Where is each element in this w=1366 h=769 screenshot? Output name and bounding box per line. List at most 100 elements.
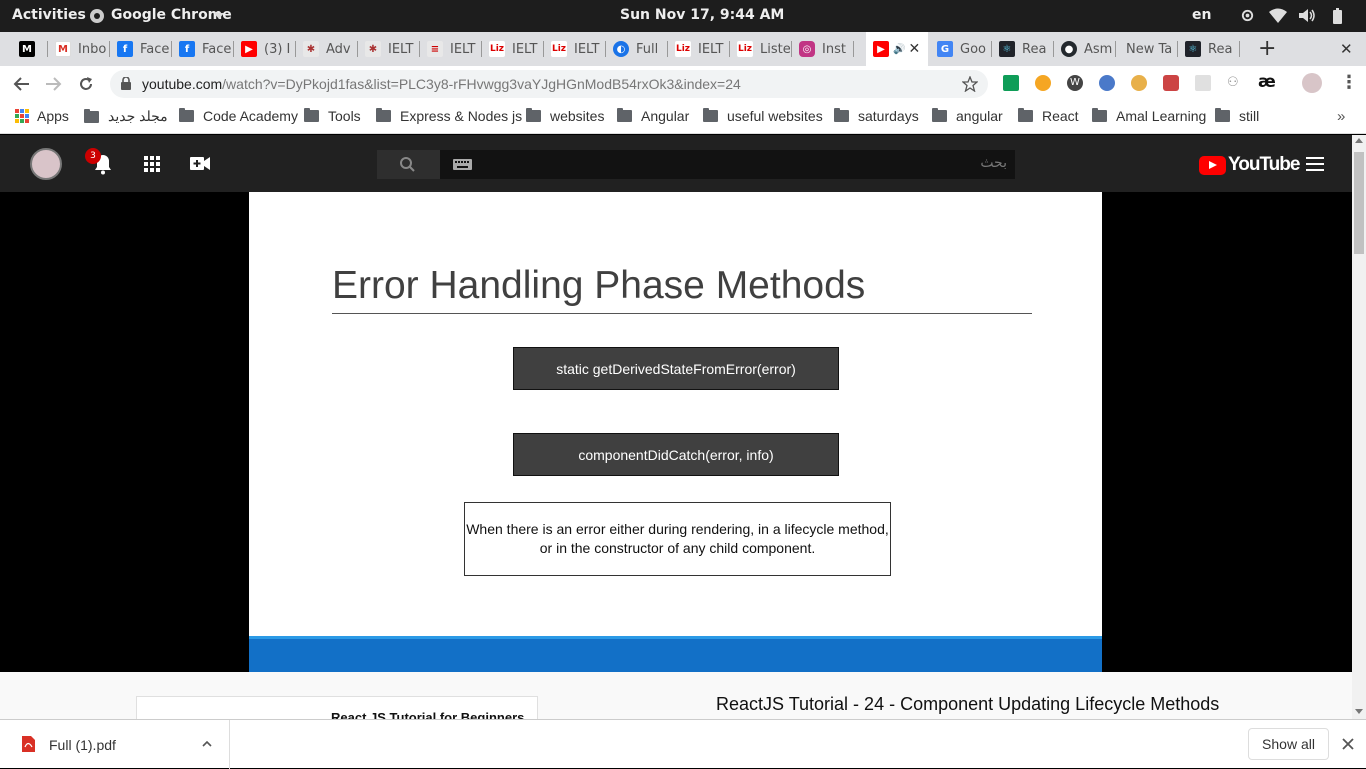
wordpress-extension-icon[interactable]: W [1067, 75, 1083, 91]
bookmark-folder[interactable]: websites [526, 108, 604, 124]
bookmark-folder[interactable]: Express & Nodes js [376, 108, 522, 124]
clock[interactable]: Sun Nov 17, 9:44 AM [620, 7, 784, 23]
new-tab-icon[interactable]: + [1258, 36, 1276, 61]
search-input[interactable]: بحث [440, 150, 1015, 179]
more-bookmarks-icon[interactable]: » [1337, 108, 1345, 125]
tab[interactable]: M [12, 32, 48, 66]
tab-strip: M M Inbo f Face f Face ▶ (3) I ✱ Adv ✱ IELT ≡ I… [0, 32, 1366, 66]
folder-icon [703, 108, 718, 122]
video-title: ReactJS Tutorial - 24 - Component Updati… [716, 694, 1220, 714]
battery-icon[interactable] [1333, 8, 1342, 24]
tab[interactable]: ◎ Inst [792, 32, 854, 66]
tab[interactable]: G Goo [930, 32, 992, 66]
notification-badge: 3 [85, 148, 101, 164]
scroll-up-icon[interactable] [1355, 138, 1363, 143]
language-indicator[interactable]: en [1192, 7, 1211, 23]
search-placeholder: بحث [980, 155, 1007, 171]
close-window-icon[interactable]: ✕ [1340, 40, 1353, 58]
account-avatar[interactable] [30, 148, 62, 180]
forward-icon[interactable] [45, 76, 62, 92]
location-icon[interactable] [1240, 8, 1255, 23]
tab-active[interactable]: ▶ 🔊 ✕ [866, 32, 928, 66]
tab[interactable]: Liz Liste [730, 32, 792, 66]
video-player[interactable]: Error Handling Phase Methods static getD… [0, 192, 1352, 672]
extension-icon[interactable]: ⚇ [1227, 75, 1243, 91]
page-scrollbar[interactable] [1352, 135, 1366, 719]
url-text[interactable]: youtube.com/watch?v=DyPkojd1fas&list=PLC… [142, 76, 741, 92]
apps-grid-icon[interactable] [144, 156, 160, 172]
youtube-icon: ▶ [873, 41, 889, 57]
extension-icon[interactable] [1099, 75, 1115, 91]
youtube-logo[interactable]: YouTube [1199, 154, 1300, 176]
lock-icon[interactable] [121, 77, 131, 90]
folder-icon [1018, 108, 1033, 122]
tab[interactable]: ✱ IELT [358, 32, 420, 66]
site-icon: ◐ [613, 41, 629, 57]
tab[interactable]: ▶ (3) I [234, 32, 296, 66]
close-download-bar-icon[interactable] [1342, 738, 1354, 750]
scroll-down-icon[interactable] [1355, 709, 1363, 714]
tab[interactable]: f Face [172, 32, 234, 66]
bookmark-folder[interactable]: مجلد جديد [84, 108, 168, 125]
hamburger-menu-icon[interactable] [1306, 157, 1324, 171]
bookmark-folder[interactable]: Code Academy [179, 108, 298, 124]
tab[interactable]: Liz IELT [482, 32, 544, 66]
chevron-up-icon[interactable] [202, 741, 212, 747]
medium-icon: M [19, 41, 35, 57]
tab[interactable]: ● Asm [1054, 32, 1116, 66]
create-video-icon[interactable] [190, 156, 210, 171]
tab[interactable]: ⚛ Rea [1178, 32, 1240, 66]
slide-method-box: componentDidCatch(error, info) [513, 433, 839, 476]
apps-grid-icon [15, 109, 29, 123]
close-tab-icon[interactable]: ✕ [908, 41, 920, 57]
extension-icon[interactable] [1131, 75, 1147, 91]
wifi-icon[interactable] [1269, 8, 1287, 23]
bookmark-folder[interactable]: angular [932, 108, 1003, 124]
tab[interactable]: M Inbo [48, 32, 110, 66]
bookmark-folder[interactable]: Amal Learning [1092, 108, 1206, 124]
extension-icon[interactable] [1035, 75, 1051, 91]
apps-bookmark[interactable]: Apps [15, 108, 69, 124]
reload-icon[interactable] [78, 76, 94, 92]
folder-icon [932, 108, 947, 122]
profile-avatar[interactable] [1302, 73, 1322, 93]
keyboard-icon[interactable] [453, 159, 472, 170]
extension-icon[interactable] [1195, 75, 1211, 91]
tab[interactable]: ⚛ Rea [992, 32, 1054, 66]
ielts-icon: ≡ [427, 41, 443, 57]
show-all-button[interactable]: Show all [1248, 728, 1329, 760]
tab[interactable]: Liz IELT [668, 32, 730, 66]
tab[interactable]: ◐ Full [606, 32, 668, 66]
sheets-extension-icon[interactable] [1003, 75, 1019, 91]
eyedropper-extension-icon[interactable] [1163, 75, 1179, 91]
tab[interactable]: Liz IELT [544, 32, 606, 66]
folder-icon [1215, 108, 1230, 122]
facebook-icon: f [179, 41, 195, 57]
ae-extension-icon[interactable]: æ [1258, 72, 1276, 92]
address-bar[interactable]: youtube.com/watch?v=DyPkojd1fas&list=PLC… [110, 70, 988, 98]
tab[interactable]: ✱ Adv [296, 32, 358, 66]
search-icon [400, 157, 415, 172]
bookmark-folder[interactable]: still [1215, 108, 1259, 124]
bookmark-folder[interactable]: Angular [617, 108, 689, 124]
activities-button[interactable]: Activities [12, 7, 86, 23]
tab[interactable]: ≡ IELT [420, 32, 482, 66]
youtube-header: 3 بحث YouTube [0, 135, 1352, 192]
chrome-menu-icon[interactable]: ⋮ [1340, 72, 1358, 93]
tab[interactable]: f Face [110, 32, 172, 66]
tab[interactable]: New Tab [1116, 32, 1178, 66]
volume-icon[interactable] [1299, 8, 1316, 23]
bookmark-folder[interactable]: Tools [304, 108, 361, 124]
download-bar: Full (1).pdf Show all [0, 719, 1366, 769]
search-button[interactable] [377, 150, 440, 179]
scrollbar-thumb[interactable] [1354, 152, 1364, 254]
bookmark-star-icon[interactable] [962, 76, 978, 92]
bookmarks-bar: Apps مجلد جديد Code Academy Tools Expres… [0, 102, 1366, 134]
bookmark-folder[interactable]: saturdays [834, 108, 919, 124]
download-item[interactable]: Full (1).pdf [14, 720, 230, 769]
bookmark-folder[interactable]: useful websites [703, 108, 823, 124]
folder-icon [1092, 108, 1107, 122]
caret-down-icon [214, 13, 224, 19]
back-icon[interactable] [13, 76, 30, 92]
bookmark-folder[interactable]: React [1018, 108, 1079, 124]
